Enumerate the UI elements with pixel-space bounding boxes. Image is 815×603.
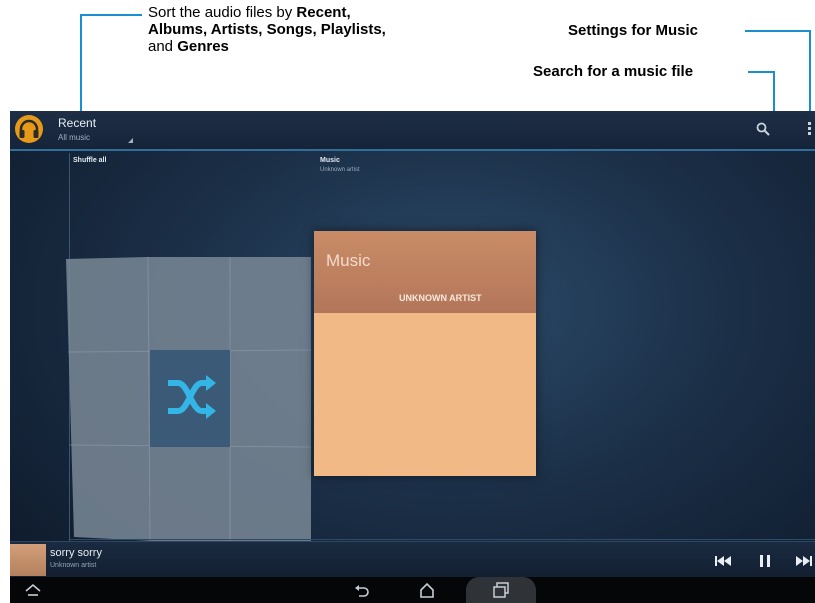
- callout-search-line-h: [748, 71, 775, 73]
- now-playing-thumbnail[interactable]: [10, 544, 46, 576]
- callout-sort-line-h: [80, 14, 142, 16]
- search-icon[interactable]: [755, 121, 771, 137]
- album-card-artist: UNKNOWN ARTIST: [399, 293, 482, 303]
- dropdown-caret-icon[interactable]: [128, 138, 133, 143]
- callout-settings-line-h: [745, 30, 811, 32]
- view-dropdown-subtitle[interactable]: All music: [58, 133, 90, 142]
- action-bar: Recent All music: [10, 111, 815, 151]
- callout-sort-text: Sort the audio files by Recent, Albums, …: [148, 4, 488, 55]
- callout-sort-line3: and: [148, 38, 178, 55]
- callout-sort-genres: Genres: [177, 38, 229, 55]
- home-icon[interactable]: [418, 581, 436, 599]
- callout-settings-line-v: [809, 30, 811, 112]
- callout-sort-line2: Albums, Artists, Songs, Playlists,: [148, 21, 386, 38]
- system-navigation-bar: [10, 577, 815, 603]
- shuffle-all-label[interactable]: Shuffle all: [73, 157, 106, 164]
- now-playing-bar[interactable]: sorry sorry Unknown artist: [10, 541, 815, 578]
- callout-sort-recent: Recent,: [296, 4, 351, 21]
- shuffle-icon: [168, 375, 216, 419]
- callout-settings-text: Settings for Music: [568, 22, 699, 39]
- recent-apps-icon[interactable]: [492, 581, 510, 599]
- next-icon[interactable]: [795, 554, 813, 568]
- music-album-label[interactable]: Music: [320, 157, 340, 164]
- back-icon[interactable]: [353, 581, 371, 599]
- album-card[interactable]: Music UNKNOWN ARTIST: [314, 231, 536, 476]
- music-album-artist: Unknown artist: [320, 167, 360, 173]
- music-app-screen: Recent All music Shuffle all Music Unkno…: [10, 111, 815, 603]
- now-playing-title[interactable]: sorry sorry: [50, 547, 102, 559]
- pause-icon[interactable]: [756, 554, 774, 568]
- shelf-line: [70, 539, 815, 540]
- callout-sort-line-v: [80, 14, 82, 112]
- callout-search-text: Search for a music file: [533, 63, 694, 80]
- view-dropdown-title[interactable]: Recent: [58, 116, 96, 130]
- headphones-icon[interactable]: [14, 114, 44, 144]
- callout-sort-line1: Sort the audio files by: [148, 4, 297, 21]
- overflow-menu-icon[interactable]: [808, 122, 812, 138]
- shuffle-all-card[interactable]: [66, 257, 326, 547]
- previous-icon[interactable]: [714, 554, 732, 568]
- now-playing-artist: Unknown artist: [50, 562, 97, 569]
- callout-search-line-v: [773, 71, 775, 112]
- hide-keyboard-icon[interactable]: [24, 581, 42, 599]
- album-card-title: Music: [326, 251, 371, 270]
